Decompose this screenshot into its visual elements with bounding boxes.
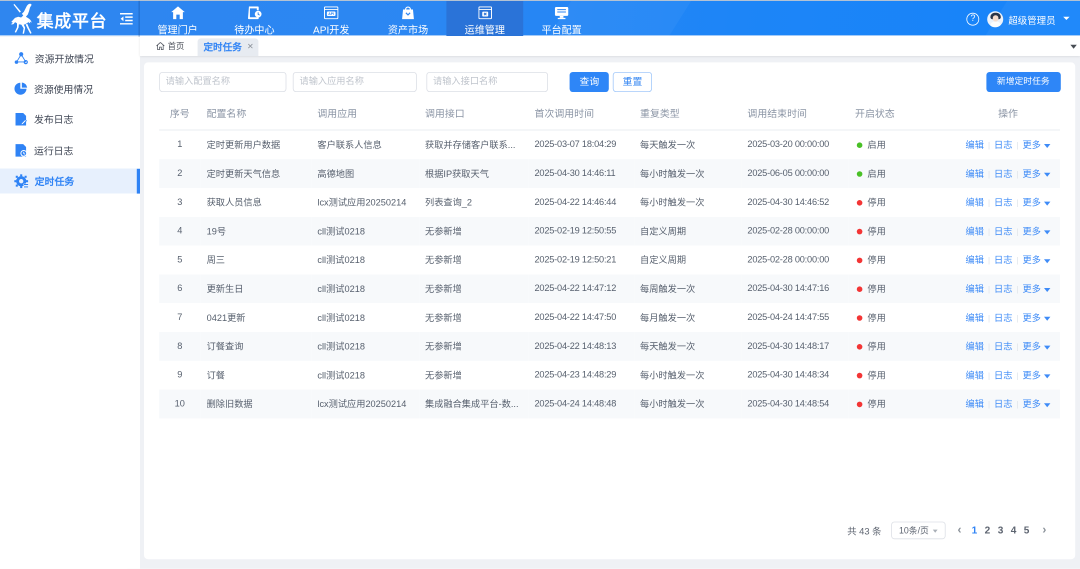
- svg-text:API: API: [328, 12, 334, 16]
